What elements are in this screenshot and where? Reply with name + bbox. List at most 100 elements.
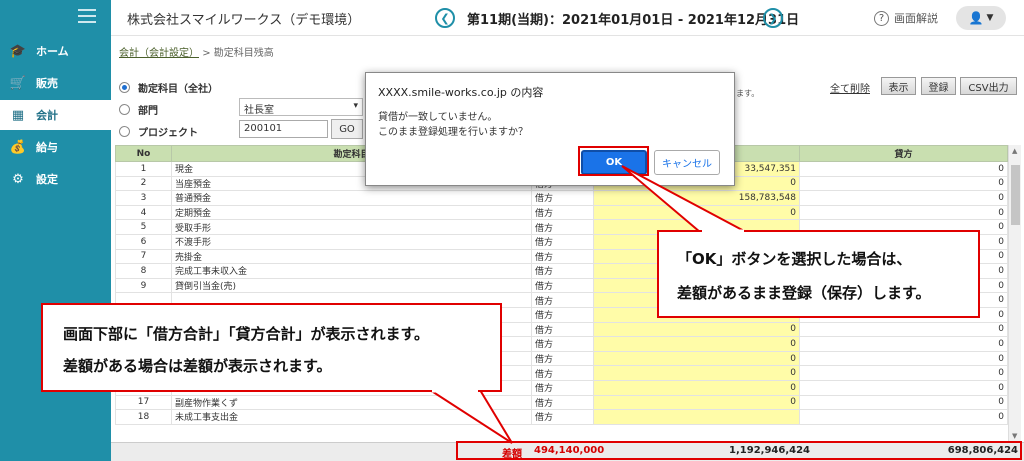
row-side: 借方	[531, 350, 594, 367]
row-credit: 0	[799, 336, 1008, 352]
calculator-icon: ▦	[11, 107, 25, 123]
row-account-name: 定期預金	[171, 204, 532, 221]
user-menu-button[interactable]: 👤 ▼	[956, 6, 1006, 30]
row-debit[interactable]: 0	[593, 379, 800, 396]
table-row[interactable]: 17 副産物作業くず 借方 0 0	[115, 394, 1008, 411]
chevron-down-icon: ▼	[986, 13, 994, 23]
user-icon: 👤	[968, 11, 984, 25]
row-no: 17	[115, 394, 172, 411]
row-side: 借方	[531, 394, 594, 411]
prev-period-icon[interactable]: ❮	[435, 8, 455, 28]
show-button[interactable]: 表示	[881, 77, 916, 95]
scroll-thumb[interactable]	[1011, 165, 1020, 225]
row-no: 8	[115, 263, 172, 279]
row-credit: 0	[799, 365, 1008, 381]
account-radio[interactable]	[119, 82, 130, 93]
row-no: 6	[115, 233, 172, 250]
row-debit[interactable]: 0	[593, 394, 800, 411]
totals-callout-line2: 差額がある場合は差額が表示されます。	[63, 357, 332, 375]
instruction-text-tail: ます。	[736, 89, 760, 98]
totals-highlight-box	[456, 441, 1022, 460]
table-row[interactable]: 3 普通預金 借方 158,783,548 0	[115, 190, 1008, 206]
help-label: 画面解説	[894, 12, 938, 25]
row-account-name: 貸倒引当金(売)	[171, 277, 532, 294]
account-scope-option[interactable]: 勘定科目（全社）	[119, 80, 218, 95]
breadcrumb-parent-link[interactable]: 会計（会計設定）	[119, 48, 199, 59]
row-account-name: 副産物作業くず	[171, 394, 532, 411]
breadcrumb-separator: >	[202, 48, 211, 59]
row-credit: 0	[799, 350, 1008, 367]
cancel-button[interactable]: キャンセル	[654, 150, 720, 175]
dept-scope-option[interactable]: 部門	[119, 102, 158, 117]
sidebar-item-accounting[interactable]: ▦ 会計	[0, 100, 111, 130]
go-button[interactable]: GO	[331, 119, 363, 139]
row-debit[interactable]: 158,783,548	[593, 190, 800, 206]
help-link[interactable]: ? 画面解説	[874, 10, 938, 26]
money-bag-icon: 💰	[9, 139, 27, 155]
graduation-cap-icon: 🎓	[9, 43, 27, 59]
row-side: 借方	[531, 365, 594, 381]
row-side: 借方	[531, 306, 594, 323]
table-row[interactable]: 4 定期預金 借方 0 0	[115, 204, 1008, 221]
cart-icon: 🛒	[9, 75, 27, 91]
register-button[interactable]: 登録	[921, 77, 956, 95]
row-debit[interactable]: 0	[593, 204, 800, 221]
breadcrumb: 会計（会計設定） > 勘定科目残高	[119, 44, 274, 59]
ok-callout-line2: 差額があるまま登録（保存）します。	[677, 284, 931, 302]
row-account-name: 完成工事未収入金	[171, 263, 532, 279]
row-side: 借方	[531, 248, 594, 265]
row-credit: 0	[799, 379, 1008, 396]
sidebar-item-sales[interactable]: 🛒 販売	[0, 68, 111, 98]
project-radio-label: プロジェクト	[138, 128, 198, 139]
menu-icon[interactable]	[78, 9, 96, 23]
clear-all-link[interactable]: 全て削除	[830, 80, 870, 95]
row-account-name: 不渡手形	[171, 233, 532, 250]
row-side: 借方	[531, 379, 594, 396]
table-scrollbar[interactable]: ▲ ▼	[1008, 145, 1021, 442]
scroll-up-icon[interactable]: ▲	[1012, 147, 1017, 155]
row-credit: 0	[799, 161, 1008, 177]
row-debit[interactable]: 0	[593, 336, 800, 352]
totals-callout-line1: 画面下部に「借方合計」「貸方合計」が表示されます。	[63, 325, 430, 343]
sidebar-item-label: 会計	[36, 109, 58, 122]
row-debit[interactable]: 0	[593, 350, 800, 367]
project-input[interactable]: 200101	[239, 120, 328, 138]
scroll-down-icon[interactable]: ▼	[1012, 432, 1017, 440]
row-credit: 0	[799, 394, 1008, 411]
row-side: 借方	[531, 219, 594, 235]
row-debit[interactable]	[593, 409, 800, 425]
row-side: 借方	[531, 336, 594, 352]
table-row[interactable]: 18 未成工事支出金 借方 0	[115, 409, 1008, 425]
row-debit[interactable]: 0	[593, 365, 800, 381]
row-credit: 0	[799, 190, 1008, 206]
csv-export-button[interactable]: CSV出力	[960, 77, 1017, 95]
sidebar-item-label: 給与	[36, 141, 58, 154]
dropdown-arrow-icon: ▾	[353, 101, 358, 111]
gear-icon: ⚙	[12, 171, 24, 187]
row-credit: 0	[799, 321, 1008, 338]
row-account-name: 未成工事支出金	[171, 409, 532, 425]
ok-annotation-callout: 「OK」ボタンを選択した場合は、 差額があるまま登録（保存）します。	[657, 230, 980, 318]
project-scope-option[interactable]: プロジェクト	[119, 124, 198, 139]
question-icon: ?	[874, 10, 889, 26]
dept-select-value: 社長室	[244, 105, 274, 116]
dialog-message-line1: 貸借が一致していません。	[378, 112, 498, 123]
row-debit[interactable]: 0	[593, 321, 800, 338]
sidebar-item-label: ホーム	[36, 45, 69, 58]
sidebar-item-home[interactable]: 🎓 ホーム	[0, 36, 111, 66]
sidebar-item-payroll[interactable]: 💰 給与	[0, 132, 111, 162]
row-side: 借方	[531, 409, 594, 425]
sidebar-item-settings[interactable]: ⚙ 設定	[0, 164, 111, 194]
confirm-dialog: XXXX.smile-works.co.jp の内容 貸借が一致していません。 …	[365, 72, 735, 186]
dialog-message-line2: このまま登録処理を行いますか？	[378, 127, 528, 138]
dept-select[interactable]: 社長室 ▾	[239, 98, 363, 116]
row-side: 借方	[531, 292, 594, 308]
row-side: 借方	[531, 321, 594, 338]
breadcrumb-current: 勘定科目残高	[213, 48, 274, 59]
row-account-name: 普通預金	[171, 190, 532, 206]
top-bar: 株式会社スマイルワークス（デモ環境） ❮ 第11期(当期)：2021年01月01…	[111, 0, 1024, 36]
row-no: 3	[115, 190, 172, 206]
next-period-icon[interactable]: ❯	[763, 8, 783, 28]
dept-radio[interactable]	[119, 104, 130, 115]
project-radio[interactable]	[119, 126, 130, 137]
